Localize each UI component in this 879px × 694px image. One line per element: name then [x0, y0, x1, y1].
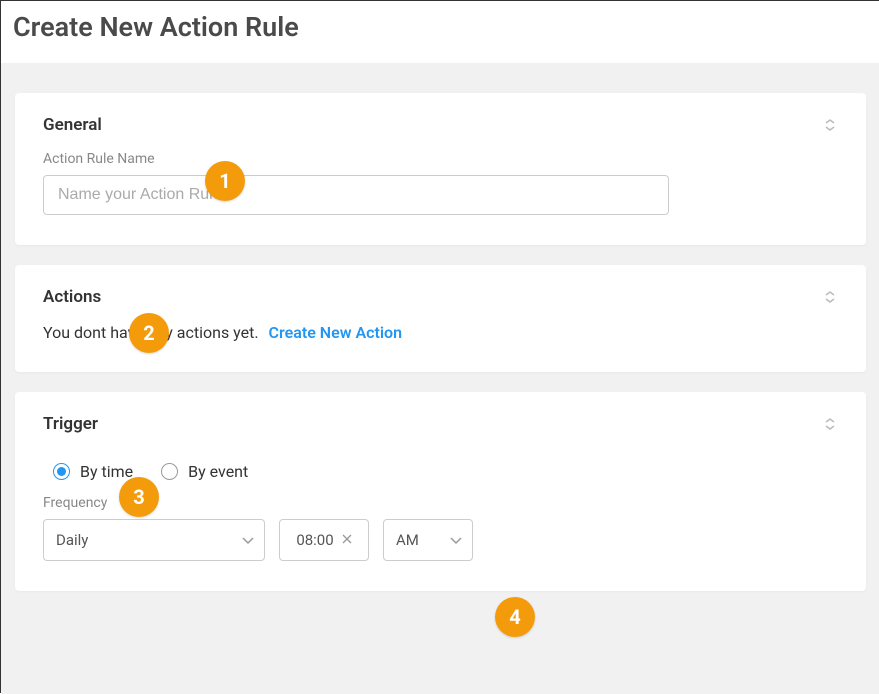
radio-by-time-label: By time — [80, 462, 133, 481]
ampm-value: AM — [396, 531, 419, 549]
collapse-icon[interactable] — [822, 289, 838, 305]
trigger-title: Trigger — [43, 414, 98, 434]
general-card: General Action Rule Name — [15, 93, 866, 245]
radio-by-event[interactable]: By event — [161, 462, 248, 481]
frequency-label: Frequency — [43, 495, 838, 511]
trigger-mode-row: By time By event — [43, 462, 838, 481]
general-title: General — [43, 115, 102, 135]
collapse-icon[interactable] — [822, 416, 838, 432]
content-area: General Action Rule Name Actions Yo — [1, 63, 879, 694]
radio-by-time[interactable]: By time — [53, 462, 133, 481]
collapse-icon[interactable] — [822, 117, 838, 133]
actions-title: Actions — [43, 287, 101, 307]
annotation-badge-3: 3 — [119, 477, 159, 517]
action-rule-name-input[interactable] — [43, 175, 669, 215]
radio-by-event-label: By event — [188, 462, 248, 481]
page-title: Create New Action Rule — [13, 11, 868, 43]
action-rule-name-label: Action Rule Name — [43, 151, 838, 167]
create-new-action-link[interactable]: Create New Action — [269, 323, 403, 342]
chevron-down-icon — [450, 531, 462, 549]
radio-icon — [53, 463, 70, 480]
clear-icon[interactable] — [342, 532, 352, 548]
ampm-select[interactable]: AM — [383, 519, 473, 561]
frequency-value: Daily — [56, 531, 88, 549]
annotation-badge-2: 2 — [129, 313, 169, 353]
time-input[interactable]: 08:00 — [279, 519, 369, 561]
frequency-row: Daily 08:00 AM — [43, 519, 838, 561]
time-value: 08:00 — [296, 531, 333, 549]
annotation-badge-4: 4 — [495, 597, 535, 637]
page-header: Create New Action Rule — [1, 1, 879, 63]
chevron-down-icon — [242, 531, 254, 549]
radio-icon — [161, 463, 178, 480]
annotation-badge-1: 1 — [205, 161, 245, 201]
frequency-select[interactable]: Daily — [43, 519, 265, 561]
